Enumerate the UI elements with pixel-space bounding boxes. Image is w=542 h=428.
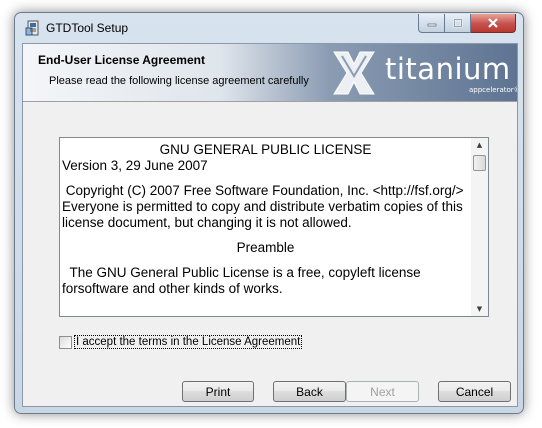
dialog-client-area: End-User License Agreement Please read t… xyxy=(22,43,518,407)
titanium-logo-icon xyxy=(333,51,375,95)
scroll-up-button[interactable]: ▲ xyxy=(471,138,488,152)
license-version: Version 3, 29 June 2007 xyxy=(62,158,208,173)
close-icon xyxy=(488,18,498,28)
close-button[interactable] xyxy=(471,14,516,33)
arrow-down-icon: ▼ xyxy=(476,305,483,313)
license-text-box[interactable]: GNU GENERAL PUBLIC LICENSE Version 3, 29… xyxy=(59,137,489,317)
accept-terms-row[interactable]: I accept the terms in the License Agreem… xyxy=(59,334,303,350)
installer-app-icon xyxy=(25,20,39,36)
logo-tagline: appcelerator® xyxy=(469,86,517,94)
next-button[interactable]: Next xyxy=(346,381,419,402)
setup-window: GTDTool Setup End-User License Agreement… xyxy=(14,12,524,414)
back-button[interactable]: Back xyxy=(273,381,346,402)
scroll-down-button[interactable]: ▼ xyxy=(471,302,488,316)
cancel-button[interactable]: Cancel xyxy=(438,381,511,402)
license-copyright: Copyright (C) 2007 Free Software Foundat… xyxy=(62,183,468,230)
title-bar[interactable]: GTDTool Setup xyxy=(15,13,523,43)
page-title: End-User License Agreement xyxy=(38,53,205,67)
print-button[interactable]: Print xyxy=(182,381,254,402)
accept-terms-label[interactable]: I accept the terms in the License Agreem… xyxy=(73,335,303,349)
logo-wordmark: titanium xyxy=(385,52,511,86)
caption-buttons xyxy=(418,14,516,34)
license-text[interactable]: GNU GENERAL PUBLIC LICENSE Version 3, 29… xyxy=(60,138,472,316)
maximize-icon xyxy=(453,18,462,28)
license-scrollbar[interactable]: ▲ ▼ xyxy=(471,138,488,316)
window-title: GTDTool Setup xyxy=(46,21,129,35)
license-preamble-text: The GNU General Public License is a free… xyxy=(62,265,425,296)
scroll-thumb[interactable] xyxy=(473,155,486,171)
accept-terms-checkbox[interactable] xyxy=(59,335,72,349)
header-banner: End-User License Agreement Please read t… xyxy=(23,44,517,102)
minimize-button[interactable] xyxy=(418,14,445,33)
arrow-up-icon: ▲ xyxy=(476,141,483,149)
minimize-icon xyxy=(427,23,436,27)
license-preamble-heading: Preamble xyxy=(236,240,295,255)
page-subtitle: Please read the following license agreem… xyxy=(49,75,309,87)
license-heading: GNU GENERAL PUBLIC LICENSE xyxy=(159,142,372,157)
maximize-button[interactable] xyxy=(445,14,471,33)
